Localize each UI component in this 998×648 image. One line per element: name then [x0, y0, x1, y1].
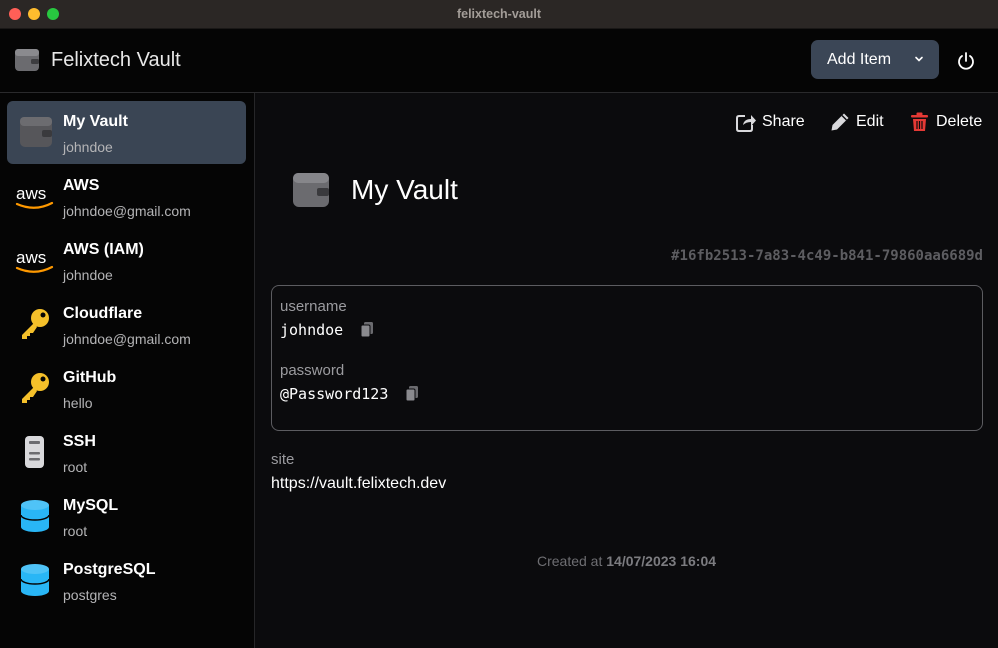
delete-button[interactable]: Delete — [910, 111, 985, 135]
item-id: #16fb2513-7a83-4c49-b841-79860aa6689d — [671, 248, 983, 264]
power-icon[interactable] — [956, 51, 976, 71]
created-timestamp: Created at 14/07/2023 16:04 — [255, 553, 998, 569]
share-label: Share — [762, 113, 805, 130]
detail-pane: Share Edit Delete My Vault #16fb2513-7a8… — [255, 93, 998, 648]
edit-label: Edit — [856, 113, 884, 130]
sidebar-item-title: GitHub — [63, 369, 117, 386]
window-titlebar: felixtech-vault — [0, 0, 998, 29]
app-header: Felixtech Vault Add Item — [0, 29, 998, 93]
sidebar-item-subtitle: root — [63, 459, 88, 475]
database-icon — [20, 564, 50, 596]
sidebar-item-my-vault[interactable]: My Vault johndoe — [7, 101, 246, 164]
sidebar-item-ssh[interactable]: SSH root — [7, 421, 246, 484]
aws-logo-icon: aws — [15, 248, 54, 273]
pencil-icon — [831, 113, 849, 131]
sidebar-item-title: SSH — [63, 433, 96, 450]
copy-icon[interactable] — [360, 321, 374, 338]
share-icon — [736, 115, 756, 132]
credentials-box: username johndoe password @Password123 — [271, 285, 983, 431]
window-title: felixtech-vault — [456, 7, 542, 21]
edit-button[interactable]: Edit — [830, 111, 888, 135]
delete-label: Delete — [936, 113, 983, 130]
password-row: @Password123 — [280, 385, 419, 403]
sidebar-item-subtitle: root — [63, 523, 88, 539]
username-row: johndoe — [280, 321, 374, 339]
sidebar-item-title: AWS — [63, 177, 100, 194]
sidebar-item-title: PostgreSQL — [63, 561, 156, 578]
chevron-down-icon[interactable] — [914, 54, 924, 64]
app-name: Felixtech Vault — [51, 49, 181, 71]
created-prefix: Created at — [536, 553, 603, 569]
site-link[interactable]: https://vault.felixtech.dev — [271, 475, 446, 493]
database-icon — [20, 500, 50, 532]
sidebar-item-aws-iam[interactable]: aws AWS (IAM) johndoe — [7, 229, 246, 292]
aws-logo-icon: aws — [15, 184, 54, 209]
sidebar: My Vault johndoe aws AWS johndoe@gmail.c… — [0, 93, 255, 648]
sidebar-item-title: My Vault — [63, 113, 128, 130]
key-icon — [22, 373, 49, 403]
sidebar-item-subtitle: johndoe — [63, 139, 113, 155]
sidebar-item-cloudflare[interactable]: Cloudflare johndoe@gmail.com — [7, 293, 246, 356]
password-value[interactable]: @Password123 — [280, 385, 388, 403]
username-value[interactable]: johndoe — [280, 321, 343, 339]
password-label: password — [280, 362, 345, 379]
sidebar-item-postgresql[interactable]: PostgreSQL postgres — [7, 549, 246, 612]
sidebar-item-title: Cloudflare — [63, 305, 143, 322]
sidebar-item-subtitle: hello — [63, 395, 93, 411]
item-title: My Vault — [351, 174, 458, 205]
wallet-icon — [293, 173, 329, 207]
sidebar-item-subtitle: johndoe@gmail.com — [63, 203, 191, 219]
wallet-icon — [15, 49, 39, 71]
sidebar-item-aws[interactable]: aws AWS johndoe@gmail.com — [7, 165, 246, 228]
add-item-label: Add Item — [827, 51, 892, 68]
trash-icon — [911, 112, 928, 131]
svg-text:aws: aws — [16, 248, 46, 267]
sidebar-item-github[interactable]: GitHub hello — [7, 357, 246, 420]
svg-text:aws: aws — [16, 184, 46, 203]
key-icon — [22, 309, 49, 339]
site-label: site — [271, 451, 295, 468]
sidebar-item-subtitle: johndoe@gmail.com — [63, 331, 191, 347]
sidebar-item-subtitle: postgres — [63, 587, 117, 603]
sidebar-item-subtitle: johndoe — [63, 267, 113, 283]
sidebar-item-title: AWS (IAM) — [63, 241, 144, 258]
share-button[interactable]: Share — [736, 111, 806, 135]
sidebar-item-mysql[interactable]: MySQL root — [7, 485, 246, 548]
wallet-icon — [20, 117, 52, 147]
sidebar-item-title: MySQL — [63, 497, 119, 514]
username-label: username — [280, 298, 347, 315]
created-value: 14/07/2023 16:04 — [606, 553, 717, 569]
copy-icon[interactable] — [405, 385, 419, 402]
add-item-button[interactable]: Add Item — [811, 40, 939, 79]
server-icon — [25, 436, 44, 468]
